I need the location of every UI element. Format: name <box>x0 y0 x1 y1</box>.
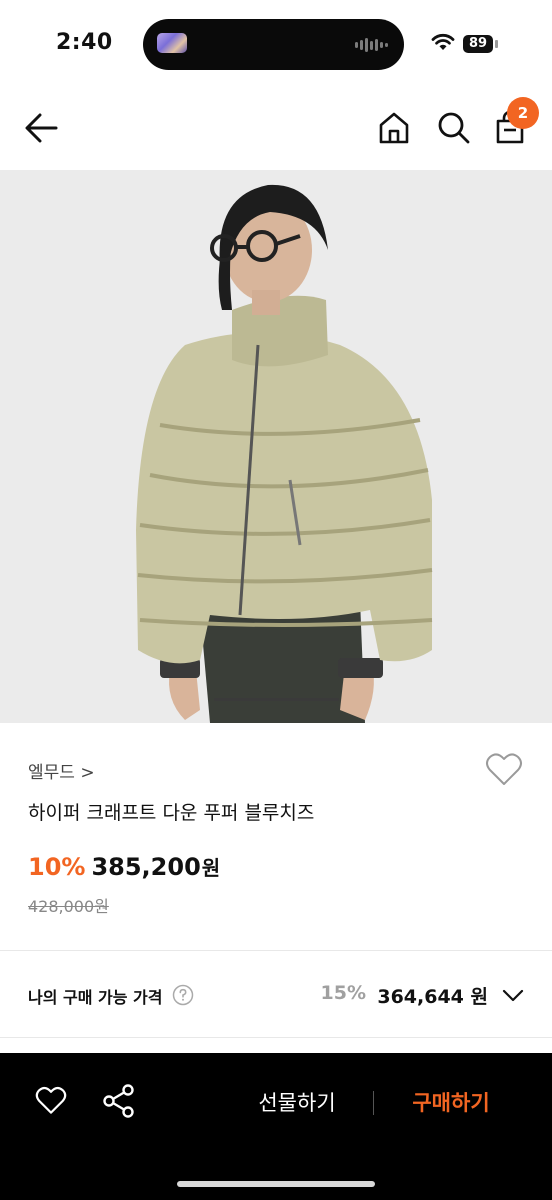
sale-price: 385,200 <box>91 853 201 881</box>
product-image[interactable] <box>0 170 552 723</box>
home-indicator <box>177 1181 375 1187</box>
brand-link[interactable]: 엘무드 > <box>28 758 95 783</box>
top-nav: 2 <box>0 90 552 168</box>
status-bar: 2:40 89 <box>0 0 552 90</box>
battery-indicator: 89 <box>463 35 493 53</box>
my-price-label: 나의 구매 가능 가격 <box>28 988 163 1007</box>
audio-wave-icon <box>355 38 388 52</box>
my-discount-rate: 15% <box>320 982 366 1004</box>
search-icon[interactable] <box>436 110 472 146</box>
puffer-jacket-photo <box>0 170 552 723</box>
price-unit: 원 <box>201 856 221 880</box>
status-time: 2:40 <box>56 30 113 55</box>
product-name: 하이퍼 크래프트 다운 푸퍼 블루치즈 <box>28 802 315 824</box>
battery-tip <box>495 40 498 48</box>
image-pager-indicator <box>214 698 339 701</box>
share-icon[interactable] <box>103 1084 135 1118</box>
chevron-down-icon[interactable] <box>502 986 524 1006</box>
wifi-icon <box>431 33 455 50</box>
back-arrow-icon[interactable] <box>22 110 62 146</box>
discount-rate: 10% <box>28 853 86 881</box>
dynamic-island <box>143 19 404 70</box>
help-circle-icon[interactable] <box>172 984 194 1006</box>
gift-button[interactable]: 선물하기 <box>238 1083 356 1123</box>
my-price-value: 364,644 원 <box>377 986 488 1008</box>
home-icon[interactable] <box>376 110 412 146</box>
bottom-action-bar: 선물하기 구매하기 <box>0 1053 552 1200</box>
my-price-row[interactable]: 나의 구매 가능 가격 15% 364,644 원 <box>28 982 528 1010</box>
now-playing-thumbnail <box>157 33 187 53</box>
original-price: 428,000원 <box>28 897 109 916</box>
buy-button[interactable]: 구매하기 <box>392 1083 510 1123</box>
heart-icon[interactable] <box>484 752 524 788</box>
divider <box>0 950 552 951</box>
price-row: 10% 385,200 원 <box>28 852 220 881</box>
heart-icon[interactable] <box>34 1086 68 1116</box>
divider <box>0 1037 552 1038</box>
cart-count-badge: 2 <box>507 97 539 129</box>
bar-divider <box>373 1091 374 1115</box>
